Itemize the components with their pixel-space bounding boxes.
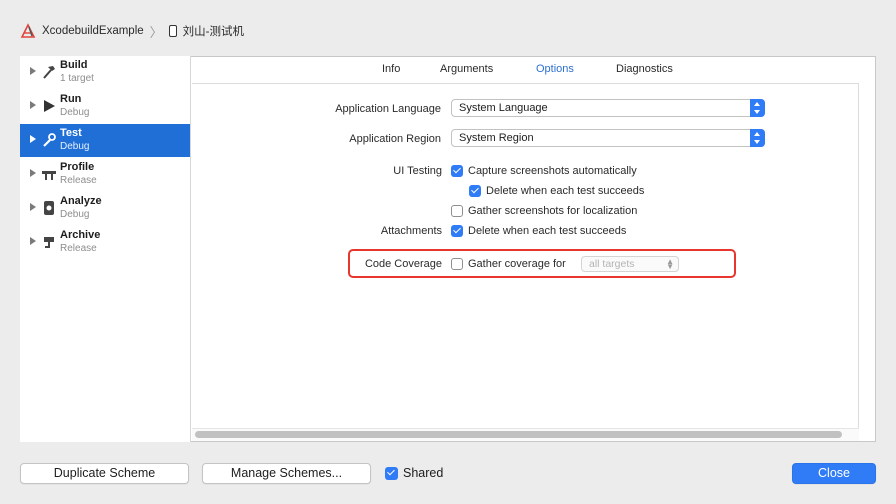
coverage-targets-value: all targets xyxy=(589,258,635,270)
sidebar-item-label: Test xyxy=(60,127,82,139)
wrench-icon xyxy=(43,133,56,147)
scheme-actions-sidebar: Build 1 target Run Debug Test Debug Prof… xyxy=(20,56,191,442)
sidebar-item-run[interactable]: Run Debug xyxy=(20,90,190,123)
instruments-icon xyxy=(42,171,56,180)
disclosure-triangle-icon[interactable] xyxy=(30,67,36,75)
scrollbar-thumb[interactable] xyxy=(195,431,842,438)
delete-when-succeeds-checkbox[interactable] xyxy=(469,185,481,197)
play-icon xyxy=(44,100,55,112)
sidebar-item-test[interactable]: Test Debug xyxy=(20,124,190,157)
gather-localization-label[interactable]: Gather screenshots for localization xyxy=(468,205,637,217)
sidebar-item-sublabel: Debug xyxy=(60,209,90,220)
sidebar-item-sublabel: Debug xyxy=(60,107,90,118)
gather-coverage-checkbox[interactable] xyxy=(451,258,463,270)
sidebar-item-label: Build xyxy=(60,59,88,71)
breadcrumb-separator: 〉 xyxy=(149,24,163,40)
close-button[interactable]: Close xyxy=(792,463,876,484)
popup-stepper-icon xyxy=(750,129,765,147)
disclosure-triangle-icon[interactable] xyxy=(30,135,36,143)
app-region-label: Application Region xyxy=(349,133,441,145)
sidebar-item-label: Analyze xyxy=(60,195,102,207)
code-coverage-label: Code Coverage xyxy=(364,258,442,270)
sidebar-item-sublabel: 1 target xyxy=(60,73,94,84)
capture-screenshots-checkbox[interactable] xyxy=(451,165,463,177)
tab-options[interactable]: Options xyxy=(536,63,574,75)
sidebar-item-analyze[interactable]: Analyze Debug xyxy=(20,192,190,225)
sidebar-item-label: Profile xyxy=(60,161,95,173)
tab-info[interactable]: Info xyxy=(382,63,400,75)
sidebar-item-label: Archive xyxy=(60,229,101,241)
scheme-name[interactable]: XcodebuildExample xyxy=(42,25,144,37)
attachments-delete-label[interactable]: Delete when each test succeeds xyxy=(468,225,626,237)
disclosure-triangle-icon[interactable] xyxy=(30,169,36,177)
sidebar-item-sublabel: Release xyxy=(60,243,97,254)
disclosure-triangle-icon[interactable] xyxy=(30,101,36,109)
gather-coverage-label[interactable]: Gather coverage for xyxy=(468,258,566,270)
iphone-device-icon xyxy=(168,25,177,37)
updown-chevron-icon: ▲ ▼ xyxy=(666,257,674,271)
delete-when-succeeds-label[interactable]: Delete when each test succeeds xyxy=(486,185,644,197)
shared-checkbox[interactable] xyxy=(385,467,398,480)
app-language-popup[interactable]: System Language xyxy=(451,99,765,117)
sidebar-item-archive[interactable]: Archive Release xyxy=(20,226,190,259)
popup-stepper-icon xyxy=(750,99,765,117)
xcode-app-icon xyxy=(20,23,36,38)
sidebar-item-sublabel: Release xyxy=(60,175,97,186)
gather-localization-checkbox[interactable] xyxy=(451,205,463,217)
disclosure-triangle-icon[interactable] xyxy=(30,237,36,245)
tab-arguments[interactable]: Arguments xyxy=(440,63,493,75)
coverage-targets-popup[interactable]: all targets ▲ ▼ xyxy=(581,256,679,272)
app-language-label: Application Language xyxy=(335,103,441,115)
tab-diagnostics[interactable]: Diagnostics xyxy=(616,63,673,75)
shared-label[interactable]: Shared xyxy=(403,466,443,480)
hammer-icon xyxy=(43,66,55,79)
attachments-delete-checkbox[interactable] xyxy=(451,225,463,237)
duplicate-scheme-button[interactable]: Duplicate Scheme xyxy=(20,463,189,484)
sidebar-item-build[interactable]: Build 1 target xyxy=(20,56,190,89)
tab-bar: Info Arguments Options Diagnostics xyxy=(192,57,859,84)
destination-name[interactable]: 刘山-测试机 xyxy=(183,23,244,39)
attachments-label: Attachments xyxy=(380,225,442,237)
disclosure-triangle-icon[interactable] xyxy=(30,203,36,211)
sidebar-item-profile[interactable]: Profile Release xyxy=(20,158,190,191)
app-region-popup[interactable]: System Region xyxy=(451,129,765,147)
ui-testing-label: UI Testing xyxy=(393,165,442,177)
scheme-selector[interactable]: XcodebuildExample 〉 刘山-测试机 xyxy=(20,20,244,42)
sidebar-item-sublabel: Debug xyxy=(60,141,90,152)
app-language-value: System Language xyxy=(459,102,548,114)
app-region-value: System Region xyxy=(459,132,534,144)
manage-schemes-button[interactable]: Manage Schemes... xyxy=(202,463,371,484)
analyze-icon xyxy=(44,201,54,215)
sidebar-item-label: Run xyxy=(60,93,82,105)
archive-icon xyxy=(44,237,54,248)
capture-screenshots-label[interactable]: Capture screenshots automatically xyxy=(468,165,637,177)
